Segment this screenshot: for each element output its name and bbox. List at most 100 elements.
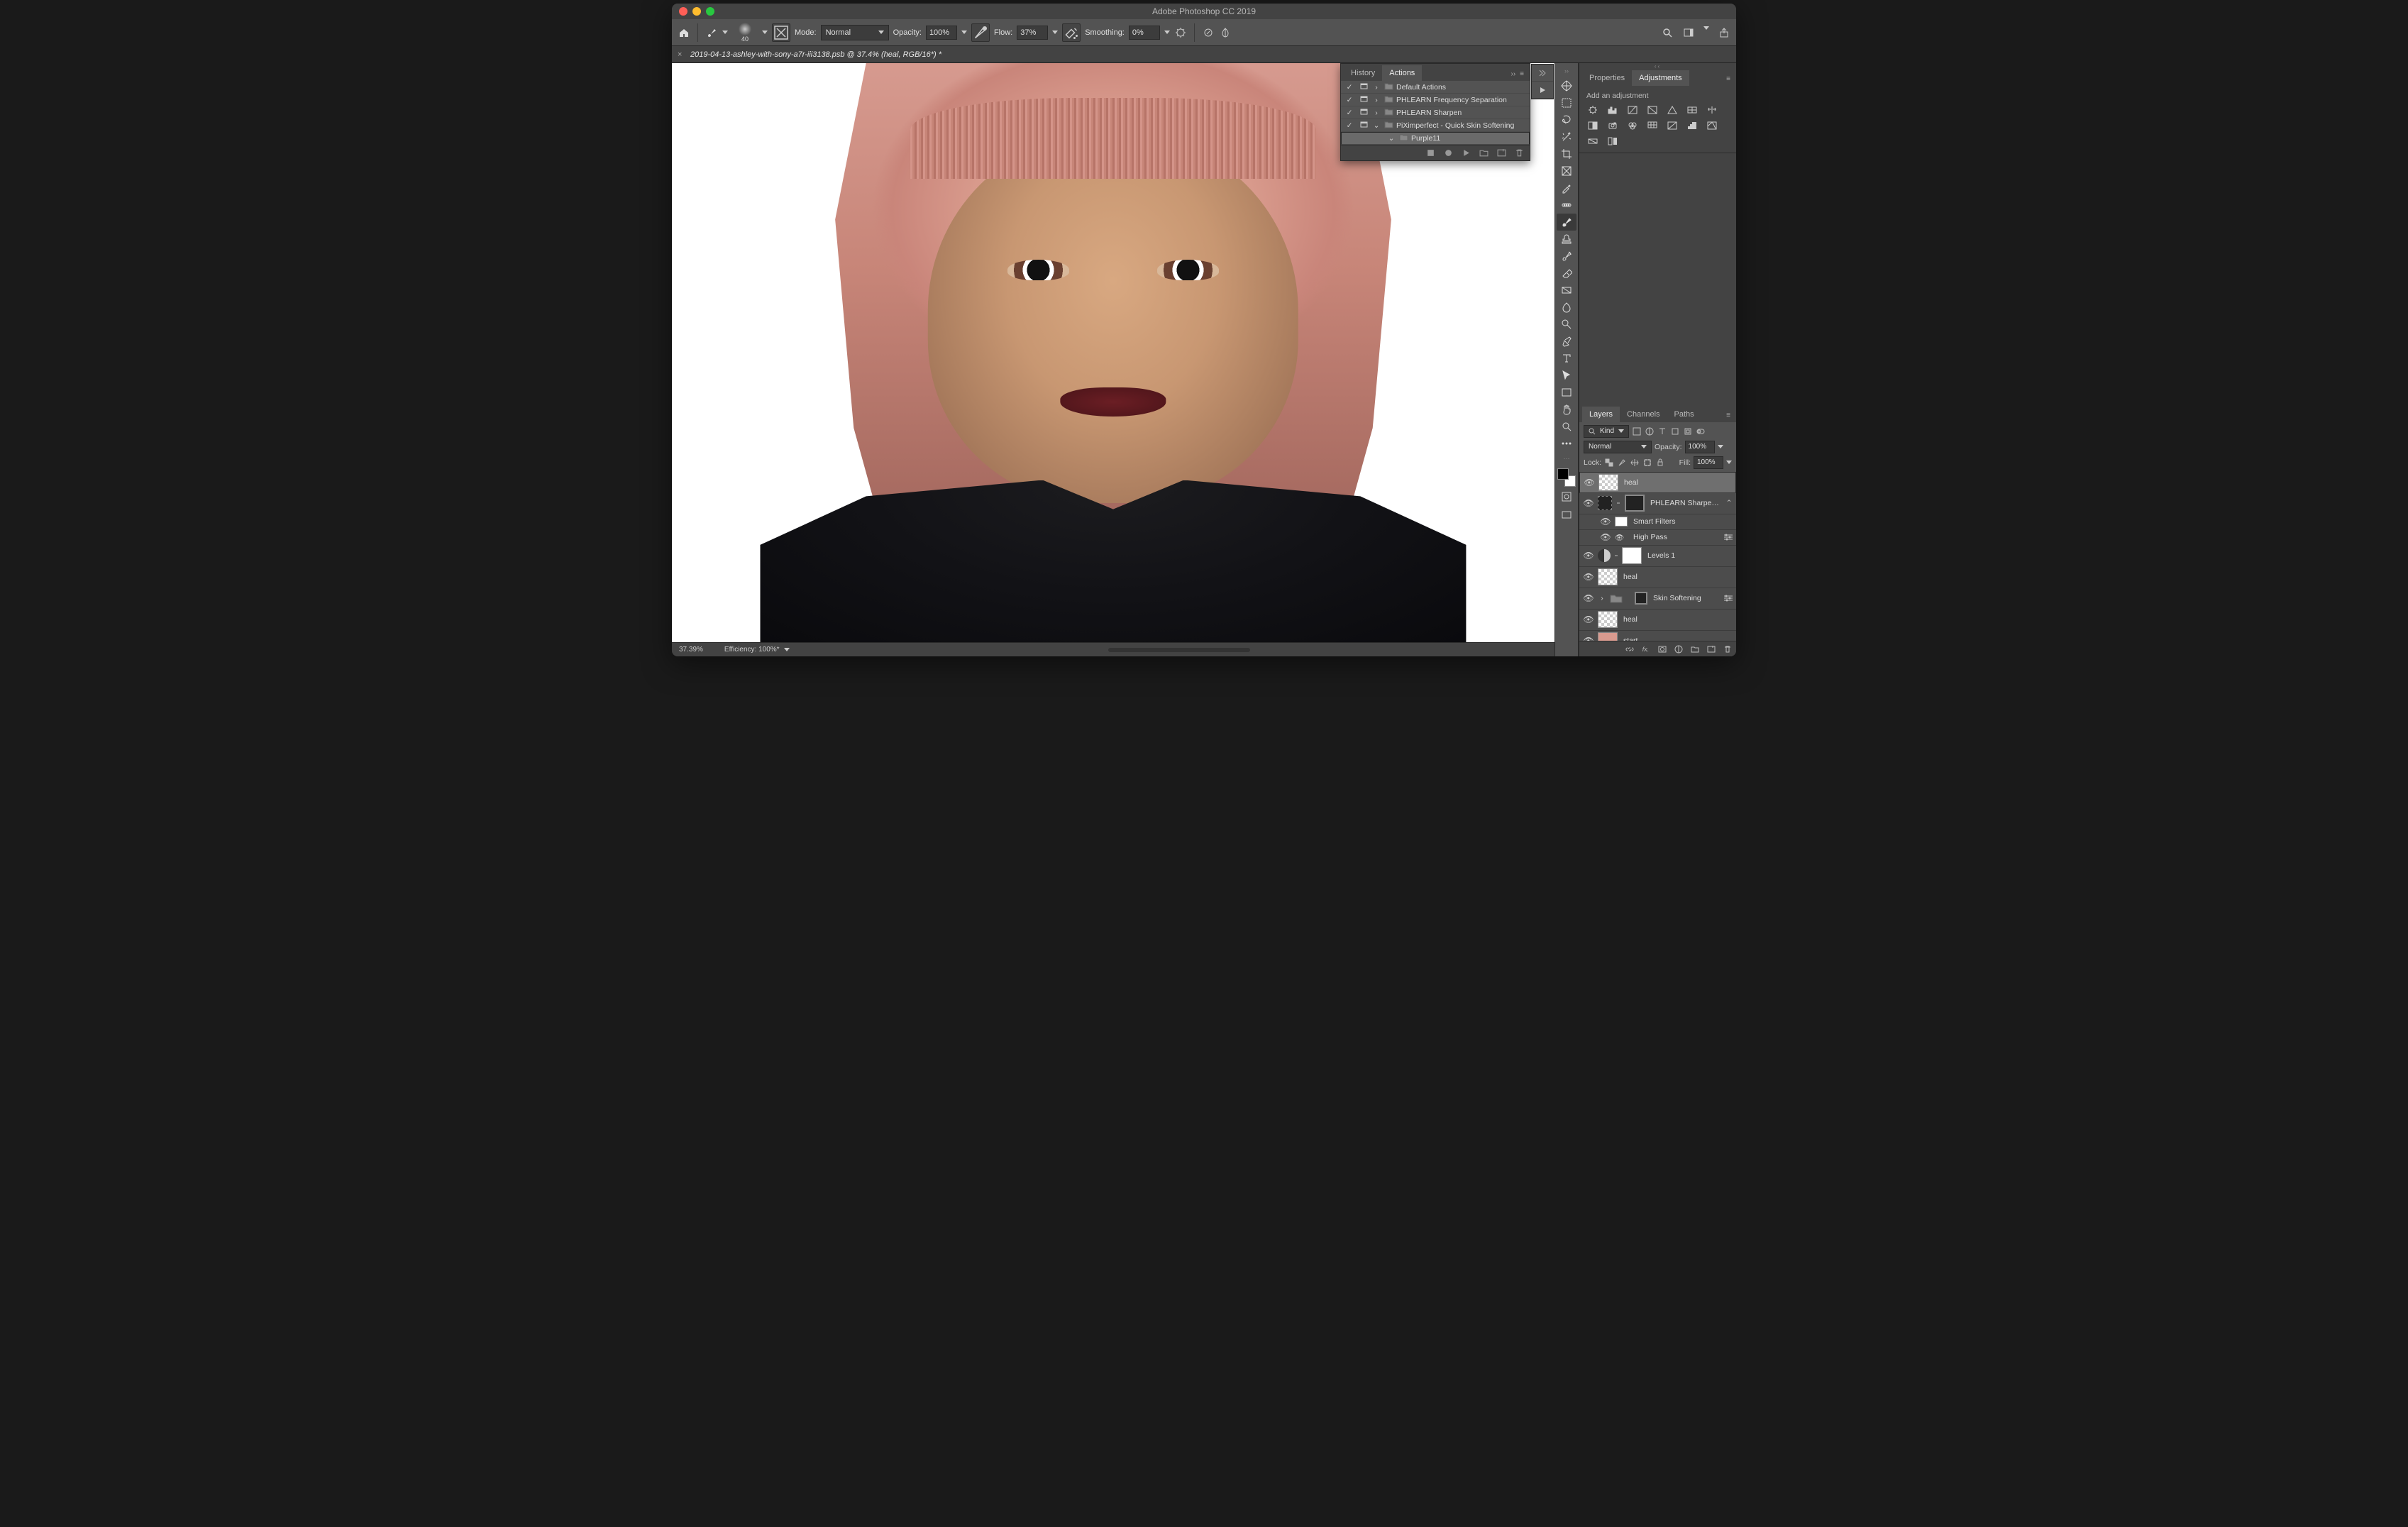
layer-name[interactable]: heal xyxy=(1621,478,1733,487)
visibility-toggle[interactable]: 👁 xyxy=(1583,478,1596,487)
new-set-button[interactable] xyxy=(1479,148,1489,158)
eraser-tool[interactable] xyxy=(1557,265,1576,282)
layer-row[interactable]: 👁heal xyxy=(1579,567,1736,588)
channel-mixer-icon[interactable] xyxy=(1626,120,1639,131)
selective-color-icon[interactable] xyxy=(1606,136,1619,147)
new-adjustment-button[interactable] xyxy=(1674,644,1683,654)
play-button[interactable] xyxy=(1462,148,1471,158)
zoom-level[interactable]: 37.39% xyxy=(679,646,703,654)
action-dialog-toggle[interactable] xyxy=(1358,82,1369,92)
action-row[interactable]: ✓⌄PiXimperfect - Quick Skin Softening xyxy=(1341,119,1530,132)
record-button[interactable] xyxy=(1444,148,1453,158)
visibility-toggle[interactable]: 👁 xyxy=(1599,532,1612,542)
filter-settings-icon[interactable] xyxy=(1723,533,1733,541)
delete-layer-button[interactable] xyxy=(1723,644,1732,654)
black-white-icon[interactable] xyxy=(1586,120,1599,131)
toolbar-grip-icon[interactable]: ›› xyxy=(1564,67,1569,75)
actions-tab[interactable]: Actions xyxy=(1382,65,1422,81)
disclosure-icon[interactable]: ⌄ xyxy=(1372,121,1381,130)
magic-wand-tool[interactable] xyxy=(1557,128,1576,145)
layer-filter-select[interactable]: Kind xyxy=(1584,425,1629,438)
layer-row[interactable]: 👁Levels 1 xyxy=(1579,546,1736,567)
lock-artboard-button[interactable] xyxy=(1642,458,1652,468)
new-group-button[interactable] xyxy=(1690,644,1699,654)
document-tab[interactable]: 2019-04-13-ashley-with-sony-a7r-iii3138.… xyxy=(690,50,941,59)
action-row[interactable]: ✓›Default Actions xyxy=(1341,81,1530,94)
levels-icon[interactable] xyxy=(1606,104,1619,116)
zoom-tool[interactable] xyxy=(1557,418,1576,435)
brush-panel-toggle[interactable] xyxy=(772,23,790,42)
lock-transparency-button[interactable] xyxy=(1604,458,1614,468)
share-button[interactable] xyxy=(1718,26,1730,39)
invert-icon[interactable] xyxy=(1666,120,1679,131)
action-row[interactable]: ✓›PHLEARN Frequency Separation xyxy=(1341,94,1530,106)
action-checkmark[interactable]: ✓ xyxy=(1344,121,1355,130)
layer-name[interactable]: Skin Softening xyxy=(1650,594,1721,602)
filter-type-icon[interactable] xyxy=(1657,426,1667,436)
paths-tab[interactable]: Paths xyxy=(1667,407,1701,422)
crop-tool[interactable] xyxy=(1557,145,1576,162)
filter-smart-icon[interactable] xyxy=(1683,426,1693,436)
workspace-button[interactable] xyxy=(1682,26,1695,39)
layer-name[interactable]: Smart Filters xyxy=(1630,517,1733,526)
quick-mask-button[interactable] xyxy=(1557,488,1576,505)
home-button[interactable] xyxy=(678,26,690,39)
layer-fill-input[interactable]: 100% xyxy=(1694,456,1723,469)
layers-menu-button[interactable]: ≡ xyxy=(1726,412,1730,419)
filter-adjustment-icon[interactable] xyxy=(1645,426,1655,436)
curves-icon[interactable] xyxy=(1626,104,1639,116)
action-checkmark[interactable]: ✓ xyxy=(1344,109,1355,117)
lock-position-button[interactable] xyxy=(1630,458,1640,468)
collapse-panel-button[interactable]: ›› xyxy=(1510,70,1515,78)
stop-button[interactable] xyxy=(1426,148,1435,158)
layer-row[interactable]: 👁heal xyxy=(1579,610,1736,631)
visibility-toggle[interactable]: 👁 xyxy=(1582,551,1595,561)
photo-filter-icon[interactable] xyxy=(1606,120,1619,131)
history-tab[interactable]: History xyxy=(1344,65,1382,81)
layer-blend-mode-select[interactable]: Normal xyxy=(1584,441,1652,453)
smoothing-options-button[interactable] xyxy=(1174,26,1187,39)
action-dialog-toggle[interactable] xyxy=(1358,95,1369,105)
stamp-tool[interactable] xyxy=(1557,231,1576,248)
filter-settings-icon[interactable] xyxy=(1723,594,1733,602)
lock-pixels-button[interactable] xyxy=(1617,458,1627,468)
move-tool[interactable] xyxy=(1557,77,1576,94)
properties-tab[interactable]: Properties xyxy=(1582,70,1632,86)
path-select-tool[interactable] xyxy=(1557,367,1576,384)
healing-tool[interactable] xyxy=(1557,197,1576,214)
opacity-input[interactable]: 100% xyxy=(926,26,957,40)
hand-tool[interactable] xyxy=(1557,401,1576,418)
action-dialog-toggle[interactable] xyxy=(1358,108,1369,118)
document-canvas[interactable]: History Actions ›› ≡ ✓›Default Actions✓›… xyxy=(672,63,1554,642)
layer-fx-button[interactable]: fx. xyxy=(1641,644,1650,654)
layer-row[interactable]: 👁›Skin Softening xyxy=(1579,588,1736,610)
pen-tool[interactable] xyxy=(1557,333,1576,350)
layer-name[interactable]: heal xyxy=(1620,573,1733,581)
blur-tool[interactable] xyxy=(1557,299,1576,316)
link-layers-button[interactable] xyxy=(1625,644,1634,654)
action-checkmark[interactable]: ✓ xyxy=(1344,96,1355,104)
visibility-toggle[interactable]: 👁 xyxy=(1599,517,1612,527)
gradient-tool[interactable] xyxy=(1557,282,1576,299)
blend-mode-select[interactable]: Normal xyxy=(821,25,889,40)
play-sliver-button[interactable] xyxy=(1532,82,1553,99)
new-action-button[interactable] xyxy=(1497,148,1506,158)
opacity-pressure-toggle[interactable] xyxy=(971,23,990,42)
exposure-icon[interactable] xyxy=(1646,104,1659,116)
lock-all-button[interactable] xyxy=(1655,458,1665,468)
layers-tab[interactable]: Layers xyxy=(1582,407,1620,422)
visibility-toggle[interactable]: 👁 xyxy=(1582,593,1595,603)
close-tab-button[interactable]: × xyxy=(678,50,686,59)
expand-icon[interactable] xyxy=(1532,65,1553,82)
layer-row[interactable]: 👁 Smart Filters xyxy=(1579,514,1736,530)
frame-tool[interactable] xyxy=(1557,162,1576,180)
type-tool[interactable] xyxy=(1557,350,1576,367)
properties-menu-button[interactable]: ≡ xyxy=(1726,75,1730,83)
layer-row[interactable]: 👁PHLEARN Sharpen +1⌃ xyxy=(1579,493,1736,514)
airbrush-toggle[interactable] xyxy=(1062,23,1081,42)
close-window-button[interactable] xyxy=(679,7,687,16)
edit-toolbar-tool[interactable] xyxy=(1557,435,1576,452)
new-layer-button[interactable] xyxy=(1706,644,1716,654)
disclosure-icon[interactable]: › xyxy=(1372,109,1381,117)
delete-action-button[interactable] xyxy=(1515,148,1524,158)
